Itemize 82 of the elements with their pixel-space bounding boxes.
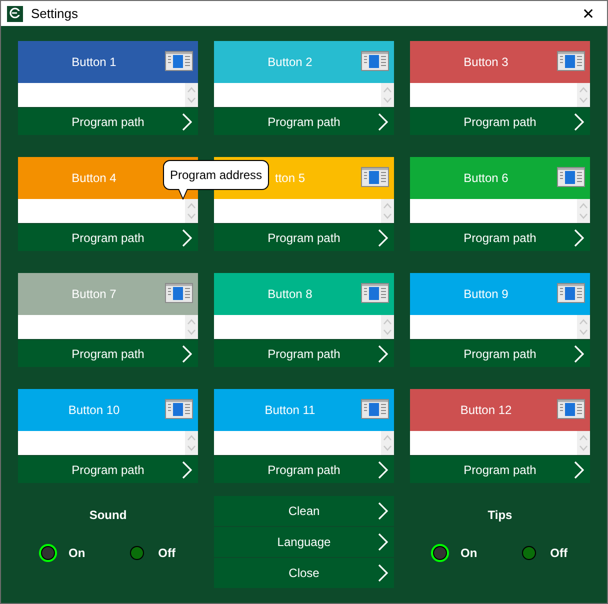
scroll-arrows-icon [381, 199, 394, 223]
program-button[interactable]: Button 1 [18, 41, 198, 83]
scroll-arrows-icon [185, 431, 198, 455]
radio-button[interactable] [432, 546, 446, 560]
path-field[interactable] [410, 199, 590, 223]
chevron-icon [378, 502, 388, 520]
scroll-arrows-icon [185, 199, 198, 223]
chevron-icon [378, 228, 388, 246]
program-path-button[interactable]: Program path [214, 224, 394, 251]
scroll-arrows-icon [577, 199, 590, 223]
path-field[interactable] [214, 199, 394, 223]
path-field[interactable] [214, 83, 394, 107]
radio-button[interactable] [522, 546, 536, 560]
window-icon [361, 283, 389, 303]
path-field[interactable] [410, 431, 590, 455]
scroll-arrows-icon [185, 315, 198, 339]
program-path-button[interactable]: Program path [18, 224, 198, 251]
radio-label: On [68, 546, 86, 560]
scroll-arrows-icon [577, 315, 590, 339]
chevron-icon [378, 533, 388, 551]
window-icon [165, 51, 193, 71]
scroll-arrows-icon [185, 83, 198, 107]
radio-label: On [460, 546, 478, 560]
chevron-icon [574, 112, 584, 130]
program-button[interactable]: Button 12 [410, 389, 590, 431]
action-button[interactable]: Close [214, 558, 394, 588]
window-icon [165, 399, 193, 419]
scroll-arrows-icon [577, 83, 590, 107]
chevron-icon [574, 460, 584, 478]
radio-label: Off [158, 546, 176, 560]
action-button[interactable]: Language [214, 527, 394, 557]
program-path-button[interactable]: Program path [214, 108, 394, 135]
program-path-button[interactable]: Program path [18, 340, 198, 367]
path-field[interactable] [214, 315, 394, 339]
path-field[interactable] [18, 199, 198, 223]
window-icon [557, 51, 585, 71]
program-path-button[interactable]: Program path [410, 456, 590, 483]
chevron-icon [378, 344, 388, 362]
program-path-button[interactable]: Program path [410, 224, 590, 251]
chevron-icon [182, 460, 192, 478]
chevron-icon [574, 344, 584, 362]
close-button[interactable]: ✕ [576, 4, 601, 22]
chevron-icon [378, 112, 388, 130]
program-button[interactable]: Button 3 [410, 41, 590, 83]
program-path-button[interactable]: Program path [18, 108, 198, 135]
window-icon [165, 283, 193, 303]
window-icon [557, 283, 585, 303]
app-logo-icon [7, 6, 23, 22]
window-icon [361, 51, 389, 71]
window-title: Settings [31, 6, 79, 21]
window-icon [557, 167, 585, 187]
program-path-button[interactable]: Program path [18, 456, 198, 483]
path-field[interactable] [214, 431, 394, 455]
action-button[interactable]: Clean [214, 496, 394, 526]
program-path-button[interactable]: Program path [214, 340, 394, 367]
path-field[interactable] [18, 83, 198, 107]
radio-label: Off [550, 546, 568, 560]
path-field[interactable] [18, 431, 198, 455]
group-title: Tips [488, 508, 512, 522]
window-icon [557, 399, 585, 419]
scroll-arrows-icon [381, 315, 394, 339]
chevron-icon [182, 344, 192, 362]
scroll-arrows-icon [381, 431, 394, 455]
scroll-arrows-icon [577, 431, 590, 455]
tooltip: Program address [163, 160, 270, 200]
radio-button[interactable] [130, 546, 144, 560]
scroll-arrows-icon [381, 83, 394, 107]
path-field[interactable] [18, 315, 198, 339]
program-path-button[interactable]: Program path [214, 456, 394, 483]
group-title: Sound [89, 508, 127, 522]
program-path-button[interactable]: Program path [410, 108, 590, 135]
chevron-icon [182, 112, 192, 130]
window-icon [361, 399, 389, 419]
chevron-icon [574, 228, 584, 246]
program-path-button[interactable]: Program path [410, 340, 590, 367]
radio-button[interactable] [40, 546, 54, 560]
path-field[interactable] [410, 83, 590, 107]
chevron-icon [182, 228, 192, 246]
path-field[interactable] [410, 315, 590, 339]
window-icon [361, 167, 389, 187]
chevron-icon [378, 460, 388, 478]
chevron-icon [378, 564, 388, 582]
